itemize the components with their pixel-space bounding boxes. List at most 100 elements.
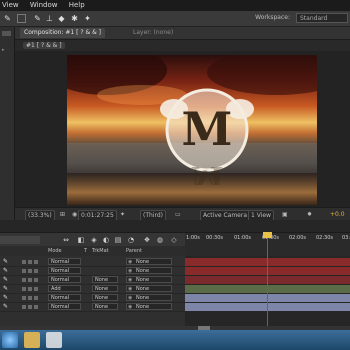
layer-parent-select[interactable]: None [126, 303, 172, 311]
layer-switch[interactable] [34, 287, 38, 291]
layer-mode-select[interactable]: Normal [48, 267, 81, 274]
layer-tab[interactable]: Layer: (none) [133, 27, 173, 39]
brainstorm-icon[interactable]: ❖ [143, 236, 151, 244]
graph-editor-icon[interactable]: ◇ [170, 236, 178, 244]
layer-parent-select[interactable]: None [126, 267, 172, 275]
layer-row[interactable]: ✎ Normal None None [0, 294, 185, 303]
file-explorer-icon[interactable] [24, 332, 40, 348]
auto-keyframe-icon[interactable]: ◍ [156, 236, 164, 244]
layer-parent-select[interactable]: None [126, 294, 172, 302]
layer-visibility-icon[interactable]: ✎ [3, 276, 8, 284]
composition-subtab[interactable]: #1 [ ? & & ] [23, 42, 65, 49]
layer-row[interactable]: ✎ Normal None None [0, 303, 185, 312]
shape-tool-icon[interactable] [17, 14, 26, 23]
grid-toggle-icon[interactable]: ⊞ [58, 210, 67, 219]
layer-mode-select[interactable]: Add [48, 285, 81, 292]
playhead-handle[interactable] [263, 232, 272, 238]
pen-tool-icon[interactable]: ✎ [3, 14, 12, 23]
layer-visibility-icon[interactable]: ✎ [3, 303, 8, 311]
composition-tab-bar: Composition: #1 [ ? & & ] Layer: (none) [15, 27, 350, 40]
comp-mini-flowchart-icon[interactable]: ⇔ [62, 236, 70, 244]
timeline-search-field[interactable] [0, 236, 40, 244]
exposure-value[interactable]: +0.0 [328, 210, 347, 219]
ruler-tick: 03: [342, 235, 350, 241]
layer-mode-select[interactable]: Normal [48, 276, 81, 283]
logo-letter-reflection: M [190, 159, 223, 185]
layer-visibility-icon[interactable]: ✎ [3, 258, 8, 266]
brush-tool-icon[interactable]: ✎ [33, 14, 42, 23]
ruler-tick: 1:00s [186, 235, 200, 241]
panel-arrow-icon[interactable]: ▸ [2, 47, 5, 53]
logo-emblem[interactable]: M M [152, 75, 262, 185]
start-button-icon[interactable] [2, 332, 18, 348]
layer-switch[interactable] [22, 269, 26, 273]
live-update-icon[interactable]: ◧ [77, 236, 85, 244]
fast-preview-icon[interactable]: ✸ [305, 210, 314, 219]
layer-trkmat-select[interactable]: None [92, 303, 118, 310]
layer-switch[interactable] [34, 305, 38, 309]
roto-tool-icon[interactable]: ✱ [70, 14, 79, 23]
eraser-tool-icon[interactable]: ◆ [57, 14, 66, 23]
layer-switch[interactable] [22, 296, 26, 300]
panel-tab-handle[interactable] [2, 31, 11, 36]
camera-snapshot-icon[interactable]: ✦ [118, 210, 127, 219]
column-parent[interactable]: Parent [126, 246, 142, 256]
composition-tab[interactable]: Composition: #1 [ ? & & ] [20, 28, 106, 38]
column-mode[interactable]: Mode [48, 246, 62, 256]
layer-switch[interactable] [28, 278, 32, 282]
layer-switch[interactable] [22, 287, 26, 291]
layer-row[interactable]: ✎ Normal None [0, 267, 185, 276]
layer-switch[interactable] [22, 260, 26, 264]
hide-shy-layers-icon[interactable]: ◐ [102, 236, 110, 244]
frame-blending-icon[interactable]: ▤ [114, 236, 122, 244]
layer-row[interactable]: ✎ Normal None [0, 258, 185, 267]
ruler-tick: 00:30s [206, 235, 224, 241]
menu-window[interactable]: Window [30, 1, 58, 9]
layer-switch[interactable] [22, 278, 26, 282]
panel-divider [0, 220, 350, 232]
workspace-select[interactable]: Standard [296, 13, 348, 23]
layer-mode-select[interactable]: Normal [48, 294, 81, 301]
layer-switch[interactable] [28, 296, 32, 300]
layer-visibility-icon[interactable]: ✎ [3, 285, 8, 293]
view-options-icon[interactable]: ▣ [280, 210, 290, 219]
layer-switch[interactable] [22, 305, 26, 309]
layer-switch[interactable] [34, 269, 38, 273]
layer-switch[interactable] [28, 287, 32, 291]
current-time-indicator[interactable] [267, 232, 268, 326]
draft-3d-icon[interactable]: ◈ [90, 236, 98, 244]
layer-switch[interactable] [34, 296, 38, 300]
tools-panel: ✎ ✎ ⊥ ◆ ✱ ✦ Workspace: Standard [0, 11, 350, 27]
layer-row[interactable]: ✎ Add None None [0, 285, 185, 294]
stamp-tool-icon[interactable]: ⊥ [45, 14, 54, 23]
layer-switch[interactable] [28, 269, 32, 273]
app-window-icon[interactable] [46, 332, 62, 348]
menu-bar: View Window Help [0, 0, 350, 11]
layer-visibility-icon[interactable]: ✎ [3, 294, 8, 302]
layer-mode-select[interactable]: Normal [48, 303, 81, 310]
workspace-label: Workspace: [255, 14, 290, 21]
ruler-tick: 02:30s [316, 235, 334, 241]
composition-viewer[interactable]: M M [15, 51, 350, 207]
column-t[interactable]: T [84, 246, 87, 256]
layer-parent-select[interactable]: None [126, 285, 172, 293]
motion-blur-icon[interactable]: ◔ [127, 236, 135, 244]
layer-parent-select[interactable]: None [126, 258, 172, 266]
layer-trkmat-select[interactable]: None [92, 285, 118, 292]
layer-parent-select[interactable]: None [126, 276, 172, 284]
puppet-tool-icon[interactable]: ✦ [83, 14, 92, 23]
layer-trkmat-select[interactable]: None [92, 276, 118, 283]
layer-switch[interactable] [34, 278, 38, 282]
layer-switch[interactable] [28, 260, 32, 264]
region-of-interest-icon[interactable]: ▭ [173, 210, 183, 219]
layer-switch[interactable] [28, 305, 32, 309]
layer-trkmat-select[interactable]: None [92, 294, 118, 301]
layer-row[interactable]: ✎ Normal None None [0, 276, 185, 285]
menu-view[interactable]: View [2, 1, 19, 9]
menu-help[interactable]: Help [69, 1, 85, 9]
composition-frame[interactable]: M M [67, 55, 317, 205]
layer-visibility-icon[interactable]: ✎ [3, 267, 8, 275]
column-trkmat[interactable]: TrkMat [92, 246, 109, 256]
layer-mode-select[interactable]: Normal [48, 258, 81, 265]
layer-switch[interactable] [34, 260, 38, 264]
